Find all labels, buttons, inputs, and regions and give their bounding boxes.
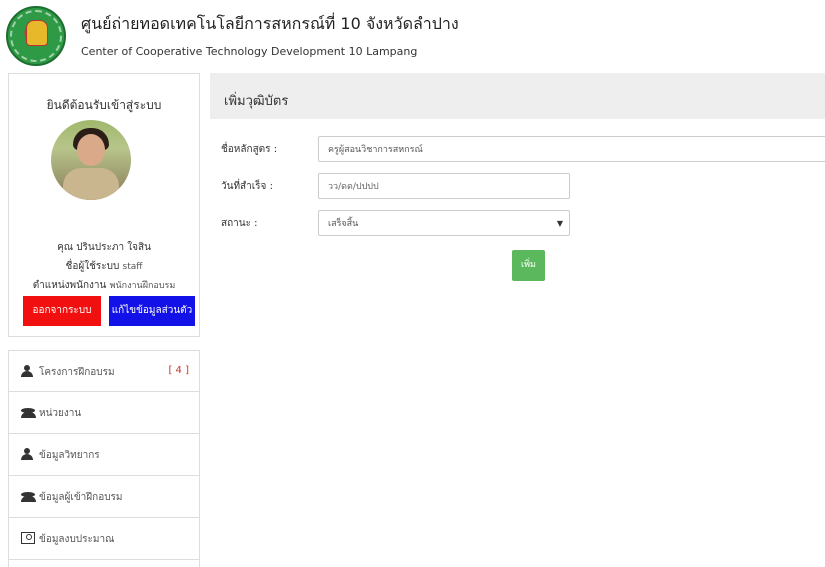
group-icon (21, 406, 36, 418)
sidebar-item-label: หน่วยงาน (39, 408, 82, 419)
username-value: staff (122, 262, 143, 272)
page-title: เพิ่มวุฒิบัตร (224, 94, 289, 109)
edit-profile-button[interactable]: แก้ไขข้อมูลส่วนตัว (109, 296, 195, 326)
sidebar-item-budget[interactable]: ข้อมูลงบประมาณ (8, 518, 200, 560)
project-count-badge: [ 4 ] (168, 365, 189, 376)
logo-emblem (26, 20, 48, 46)
username-label: ชื่อผู้ใช้ระบบ (65, 261, 120, 272)
completion-date-input[interactable]: วว/ดด/ปปปป (318, 173, 570, 199)
sidebar-item-trainees[interactable]: ข้อมูลผู้เข้าฝึกอบรม (8, 476, 200, 518)
status-value: เสร็จสิ้น (328, 219, 359, 229)
sidebar-item-label: โครงการฝึกอบรม (39, 367, 115, 378)
course-label: ชื่อหลักสูตร : (221, 144, 278, 155)
status-label: สถานะ : (221, 218, 258, 229)
sidebar-item-lecturers[interactable]: ข้อมูลวิทยากร (8, 434, 200, 476)
profile-name: คุณ ปรินประภา ใจสิน (57, 242, 151, 253)
group-icon (21, 490, 36, 502)
avatar-face (77, 134, 105, 166)
site-header: ศูนย์ถ่ายทอดเทคโนโลยีการสหกรณ์ที่ 10 จัง… (0, 0, 825, 72)
chevron-down-icon: ▼ (556, 219, 563, 228)
status-select[interactable]: เสร็จสิ้น ▼ (318, 210, 570, 236)
sidebar-item-label: ข้อมูลวิทยากร (39, 450, 100, 461)
site-title: ศูนย์ถ่ายทอดเทคโนโลยีการสหกรณ์ที่ 10 จัง… (81, 14, 459, 33)
date-label: วันที่สำเร็จ : (221, 181, 273, 192)
sidebar-item-label: ข้อมูลผู้เข้าฝึกอบรม (39, 492, 123, 503)
add-button[interactable]: เพิ่ม (512, 250, 545, 281)
profile-username: ชื่อผู้ใช้ระบบ staff (9, 259, 199, 274)
sidebar-item-label: ข้อมูลงบประมาณ (39, 534, 115, 545)
form-header: เพิ่มวุฒิบัตร (210, 73, 825, 119)
avatar-body (63, 168, 119, 200)
sidebar-item-partial[interactable] (8, 560, 200, 567)
user-icon (21, 448, 35, 460)
sidebar-item-training-projects[interactable]: โครงการฝึกอบรม [ 4 ] (8, 350, 200, 392)
sidebar-item-agencies[interactable]: หน่วยงาน (8, 392, 200, 434)
position-label: ตำแหน่งพนักงาน (32, 280, 107, 291)
position-value: พนักงานฝึกอบรม (109, 281, 176, 291)
profile-position: ตำแหน่งพนักงาน พนักงานฝึกอบรม (9, 278, 199, 293)
cooperative-logo[interactable] (6, 6, 66, 66)
money-icon (21, 532, 35, 544)
course-select[interactable]: ครูผู้สอนวิชาการสหกรณ์ ▼ (318, 136, 825, 162)
logout-button[interactable]: ออกจากระบบ (23, 296, 101, 326)
profile-panel: ยินดีต้อนรับเข้าสู่ระบบ คุณ ปรินประภา ใจ… (8, 73, 200, 337)
user-icon (21, 365, 35, 377)
avatar (51, 120, 131, 200)
sidebar-menu: โครงการฝึกอบรม [ 4 ] หน่วยงาน ข้อมูลวิทย… (8, 350, 200, 567)
site-subtitle: Center of Cooperative Technology Develop… (81, 45, 418, 58)
course-value: ครูผู้สอนวิชาการสหกรณ์ (328, 145, 423, 155)
welcome-text: ยินดีต้อนรับเข้าสู่ระบบ (46, 98, 162, 112)
